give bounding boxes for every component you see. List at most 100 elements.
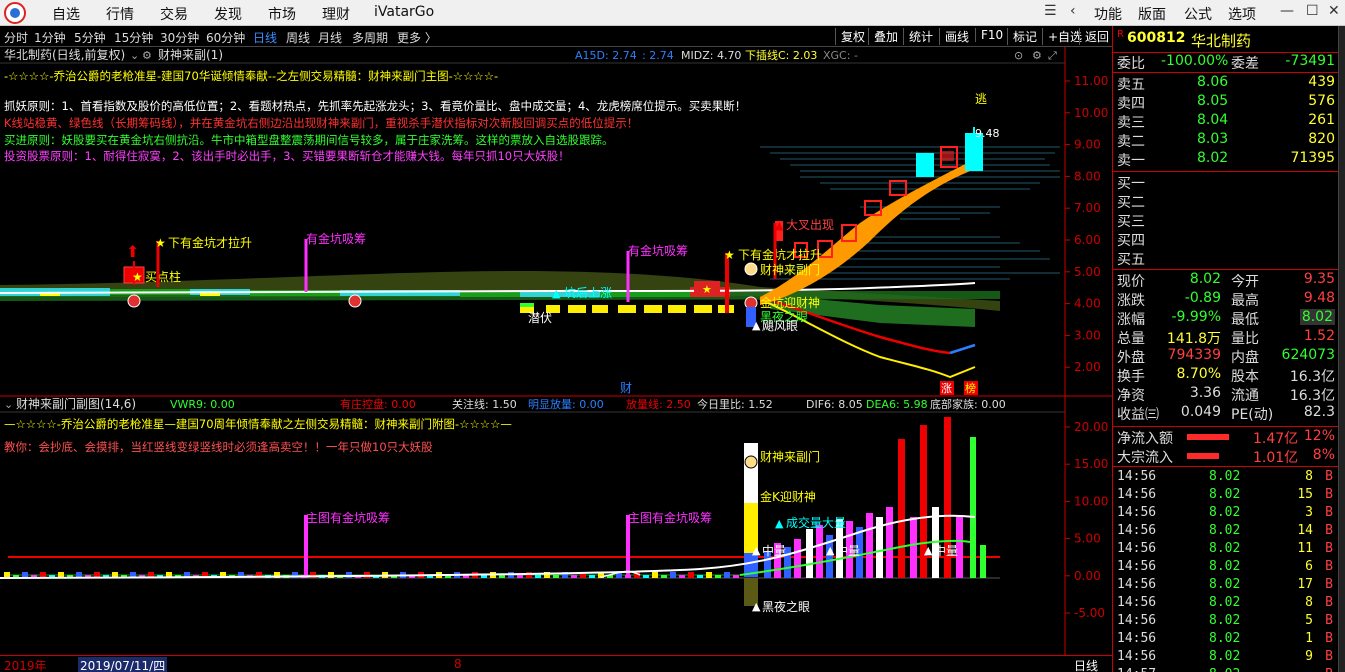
- diejia-button[interactable]: 叠加: [868, 28, 898, 45]
- f10-button[interactable]: F10: [975, 28, 1003, 42]
- main-chart-title: 华北制药(日线,前复权): [4, 47, 125, 62]
- up-arrow-icon: ⬆: [126, 242, 139, 261]
- period-more[interactable]: 更多 〉: [397, 29, 437, 46]
- tick-volume: 9: [1305, 649, 1313, 664]
- tongji-button[interactable]: 统计: [903, 28, 933, 45]
- tick-time: 14:57: [1117, 667, 1156, 672]
- tick-side: B: [1325, 577, 1333, 592]
- menu-item-shichang[interactable]: 市场: [268, 4, 296, 24]
- tick-price: 8.02: [1209, 487, 1241, 502]
- up-triangle-icon-sub-2: ▲: [775, 517, 784, 530]
- menu-item-hangqing[interactable]: 行情: [106, 4, 134, 24]
- up-triangle-icon: ▲: [552, 287, 561, 300]
- sell-volume: 820: [1308, 131, 1335, 147]
- sub-text-line-2: 教你：会抄底、会摸排，当红竖线变绿竖线时必须逢高卖空！！一年只做10只大妖股: [4, 440, 433, 454]
- menu-item-licai[interactable]: 理财: [322, 4, 350, 24]
- star-marker-buy: ★: [132, 270, 143, 284]
- stock-header: R 600812 华北制药: [1113, 29, 1339, 51]
- period-toolbar: 分时 1分钟 5分钟 15分钟 30分钟 60分钟 日线 周线 月线 多周期 更…: [0, 26, 1112, 47]
- period-daily[interactable]: 日线: [253, 29, 277, 46]
- sub-y-tick: -5.00: [1074, 606, 1105, 620]
- period-15min[interactable]: 15分钟: [114, 29, 153, 46]
- quote-panel: R 600812 华北制药 委比 -100.00% 委差 -73491 卖五 8.…: [1112, 26, 1345, 672]
- buy-row[interactable]: 买二: [1113, 192, 1339, 211]
- period-fenshi[interactable]: 分时: [4, 29, 28, 46]
- chart-settings-icon[interactable]: ⚙: [1032, 49, 1042, 62]
- sell-row[interactable]: 卖三 8.04 261: [1113, 112, 1339, 131]
- period-weekly[interactable]: 周线: [286, 29, 310, 46]
- mingxian-value: 明显放量: 0.00: [528, 397, 604, 411]
- biaoji-button[interactable]: 标记: [1007, 28, 1037, 45]
- tick-row: 14:56 8.02 6 B: [1113, 559, 1339, 577]
- sell-level-label: 卖一: [1117, 153, 1145, 169]
- tick-side: B: [1325, 613, 1333, 628]
- menu-item-gongshi[interactable]: 公式: [1184, 4, 1212, 24]
- tick-price: 8.02: [1209, 613, 1241, 628]
- main-y-tick: 3.00: [1074, 328, 1101, 342]
- period-1min[interactable]: 1分钟: [34, 29, 66, 46]
- main-y-tick: 6.00: [1074, 233, 1101, 247]
- buy-row[interactable]: 买三: [1113, 211, 1339, 230]
- fangliang-value: 放量线: 2.50: [626, 397, 691, 411]
- menu-item-faxian[interactable]: 发现: [214, 4, 242, 24]
- stat-row: 换手 8.70% 股本 16.3亿: [1113, 366, 1339, 385]
- hamburger-menu-icon[interactable]: ☰: [1044, 3, 1057, 19]
- period-monthly[interactable]: 月线: [318, 29, 342, 46]
- period-multi[interactable]: 多周期: [352, 29, 388, 46]
- flow-value: 1.47亿: [1253, 431, 1299, 447]
- sell-row[interactable]: 卖四 8.05 576: [1113, 93, 1339, 112]
- sell-price: 8.03: [1197, 131, 1229, 147]
- sell-row[interactable]: 卖一 8.02 71395: [1113, 150, 1339, 169]
- menu-item-gongneng[interactable]: 功能: [1094, 4, 1122, 24]
- sub-caishen-label: 财神来副门: [760, 449, 820, 464]
- period-60min[interactable]: 60分钟: [206, 29, 245, 46]
- period-5min[interactable]: 5分钟: [74, 29, 106, 46]
- high-price-label: 9.48: [975, 127, 1000, 140]
- stat-label: 换手: [1117, 369, 1145, 385]
- chart-expand-icon[interactable]: ⤢: [1048, 49, 1057, 62]
- tick-row: 14:56 8.02 9 B: [1113, 649, 1339, 667]
- back-icon[interactable]: ‹: [1070, 3, 1076, 19]
- fuquan-button[interactable]: 复权: [835, 28, 865, 45]
- close-icon[interactable]: ✕: [1328, 3, 1340, 19]
- dibu-value: 底部家族: 0.00: [930, 397, 1006, 411]
- main-gold-label-1: 主图有金坑吸筹: [306, 510, 390, 525]
- chart-options-icon[interactable]: ⊙: [1014, 49, 1023, 62]
- zhuang-value: 有庄控盘: 0.00: [340, 397, 416, 411]
- kline-chart-area[interactable]: 华北制药(日线,前复权) ⌄ ⚙ 财神来副(1) A15D: 2.74 : 2.…: [0, 47, 1112, 655]
- sell-row[interactable]: 卖二 8.03 820: [1113, 131, 1339, 150]
- maximize-icon[interactable]: ☐: [1306, 3, 1319, 19]
- sell-row[interactable]: 卖五 8.06 439: [1113, 74, 1339, 93]
- period-30min[interactable]: 30分钟: [160, 29, 199, 46]
- menu-item-banmian[interactable]: 版面: [1138, 4, 1166, 24]
- minimize-icon[interactable]: —: [1280, 3, 1294, 19]
- chevron-down-icon[interactable]: ⌄: [130, 49, 139, 62]
- sub-y-tick: 0.00: [1074, 569, 1101, 583]
- xiachaxian-value: 下插线C: 2.03: [745, 48, 817, 62]
- buy-row[interactable]: 买一: [1113, 173, 1339, 192]
- huaxian-button[interactable]: 画线: [939, 28, 969, 45]
- fanhui-button[interactable]: 返回: [1079, 28, 1109, 45]
- chevron-down-icon-sub[interactable]: ⌄: [4, 398, 13, 411]
- buy-row[interactable]: 买四: [1113, 230, 1339, 249]
- stat-row: 现价 8.02 今开 9.35: [1113, 271, 1339, 290]
- add-watchlist-button[interactable]: +自选: [1042, 28, 1082, 45]
- settings-gear-icon[interactable]: ⚙: [142, 49, 152, 62]
- stat-label-2: 最高: [1231, 293, 1259, 309]
- main-text-line-5: 投资股票原则：1、耐得住寂寞，2、该出手时必出手，3、买错要果断斩仓才能赚大钱。…: [4, 149, 570, 163]
- dif6-value: DIF6: 8.05: [806, 398, 863, 411]
- zhong-label-3: 中量: [934, 543, 958, 558]
- buy-row[interactable]: 买五: [1113, 249, 1339, 268]
- flow-bar: [1187, 434, 1229, 440]
- menu-item-ivatargo[interactable]: iVatarGo: [374, 4, 434, 20]
- main-text-line-1: -☆☆☆☆-乔治公爵的老枪准星-建国70华诞倾情奉献--之左侧交易精髓：财神来副…: [4, 69, 498, 83]
- menu-item-jiaoyi[interactable]: 交易: [160, 4, 188, 24]
- sub-text-line-1: —☆☆☆☆-乔治公爵的老枪准星—建国70周年倾情奉献之左侧交易精髓：财神来副门附…: [4, 417, 512, 431]
- rise-marker-1: 涨: [941, 382, 952, 395]
- quote-scrollbar[interactable]: [1338, 26, 1345, 672]
- stat-label-2: 最低: [1231, 312, 1259, 328]
- menu-item-zixuan[interactable]: 自选: [52, 4, 80, 24]
- star-marker-5: ★: [702, 283, 712, 296]
- buy-level-label: 买二: [1117, 195, 1145, 211]
- menu-item-xuanxiang[interactable]: 选项: [1228, 4, 1256, 24]
